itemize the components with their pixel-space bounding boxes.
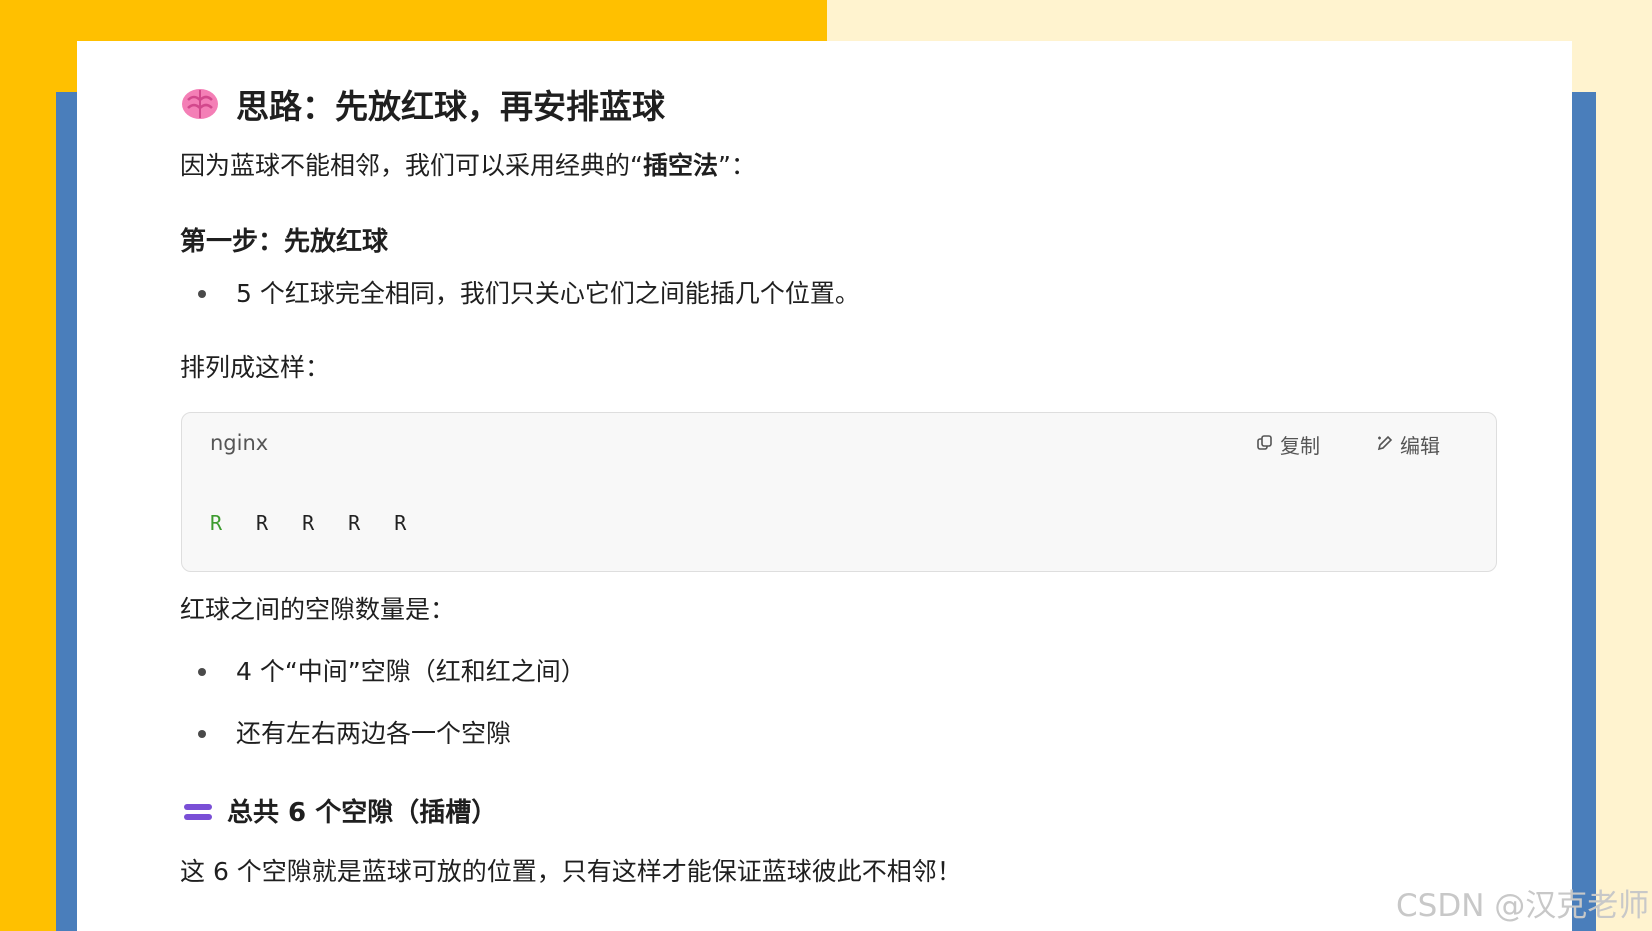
equals-icon — [183, 800, 213, 822]
gaps-text: 红球之间的空隙数量是： — [180, 595, 456, 624]
list-item: 还有左右两边各一个空隙 — [198, 716, 511, 752]
code-actions: 复制 编辑 — [1256, 430, 1440, 459]
watermark: CSDN @汉克老师 — [1396, 888, 1650, 924]
bullet-text: 5 个红球完全相同，我们只关心它们之间能插几个位置。 — [236, 279, 860, 308]
edit-icon — [1376, 433, 1394, 457]
code-block: nginx 复制 编辑 R R R R R — [181, 412, 1497, 572]
step1-title: 第一步：先放红球 — [180, 227, 389, 257]
code-line: R R R R R — [210, 511, 406, 535]
list-item: 4 个“中间”空隙（红和红之间） — [198, 654, 586, 690]
bullet-text: 还有左右两边各一个空隙 — [236, 719, 512, 748]
bullet-text: 4 个“中间”空隙（红和红之间） — [236, 657, 586, 686]
main-heading-text: 思路：先放红球，再安排蓝球 — [236, 87, 665, 126]
code-token: R — [348, 511, 361, 535]
intro-paragraph: 因为蓝球不能相邻，我们可以采用经典的“插空法”： — [180, 148, 756, 184]
code-language: nginx — [210, 431, 269, 455]
code-token: R — [256, 511, 269, 535]
list-item: 5 个红球完全相同，我们只关心它们之间能插几个位置。 — [198, 276, 860, 312]
copy-icon — [1256, 433, 1274, 457]
edit-label: 编辑 — [1400, 434, 1440, 458]
intro-suffix: ”： — [717, 151, 756, 180]
code-token: R — [394, 511, 407, 535]
background-blue-right-bar — [1568, 92, 1596, 931]
code-token: R — [210, 511, 223, 535]
edit-button[interactable]: 编辑 — [1376, 430, 1440, 459]
code-token: R — [302, 511, 315, 535]
bullet-dot — [198, 668, 206, 676]
main-heading: 思路：先放红球，再安排蓝球 — [180, 80, 665, 128]
total-heading: 总共 6 个空隙（插槽） — [183, 792, 497, 829]
arrange-text: 排列成这样： — [180, 353, 331, 382]
copy-label: 复制 — [1280, 434, 1320, 458]
total-text: 总共 6 个空隙（插槽） — [227, 798, 498, 828]
bullet-dot — [198, 290, 206, 298]
copy-button[interactable]: 复制 — [1256, 430, 1320, 459]
intro-prefix: 因为蓝球不能相邻，我们可以采用经典的“ — [180, 151, 643, 180]
bullet-dot — [198, 730, 206, 738]
intro-bold: 插空法 — [642, 151, 718, 180]
brain-icon — [180, 86, 220, 122]
conclusion-text: 这 6 个空隙就是蓝球可放的位置，只有这样才能保证蓝球彼此不相邻！ — [180, 857, 962, 886]
